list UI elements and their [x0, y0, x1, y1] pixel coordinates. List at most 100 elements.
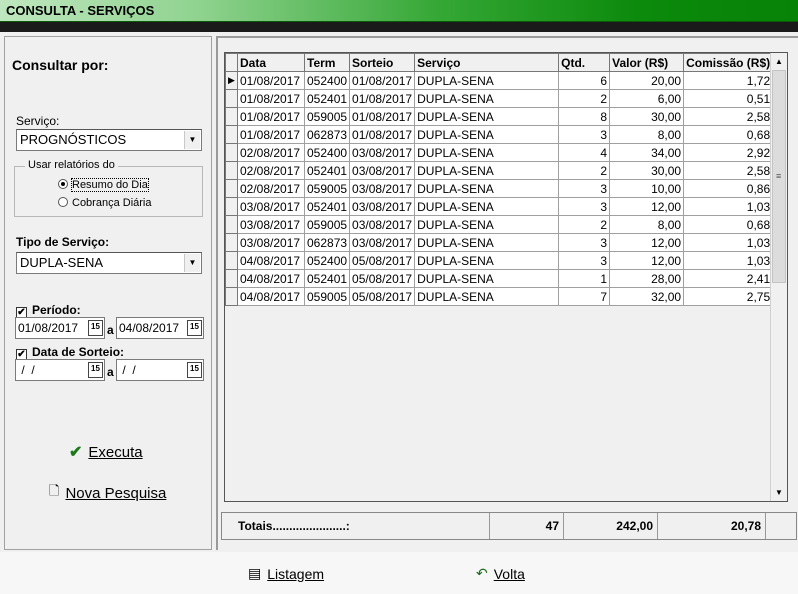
periodo-to-field[interactable]: 04/08/2017 15 [116, 317, 204, 339]
table-row[interactable]: 03/08/2017 059005 03/08/2017 DUPLA-SENA 2 8,0… [225, 215, 774, 234]
table-row[interactable]: 01/08/2017 052401 01/08/2017 DUPLA-SENA 2 6,0… [225, 89, 774, 108]
column-header-servico[interactable]: Serviço [414, 53, 560, 72]
cell-term: 059005 [303, 215, 351, 234]
results-grid[interactable]: Data Term Sorteio Serviço Qtd. Valor (R$… [224, 52, 788, 502]
cell-comissao: 0,68 [683, 215, 774, 234]
periodo-from-value: 01/08/2017 [18, 321, 79, 335]
row-indicator-cell[interactable] [225, 143, 238, 162]
column-header-data[interactable]: Data [237, 53, 305, 72]
table-header-row: Data Term Sorteio Serviço Qtd. Valor (R$… [225, 53, 774, 72]
nova-pesquisa-button[interactable]: 🗋 Nova Pesquisa [49, 482, 166, 504]
column-header-valor[interactable]: Valor (R$) [609, 53, 685, 72]
row-indicator-cell[interactable] [225, 179, 238, 198]
data-sorteio-checkbox[interactable]: ✔ Data de Sorteio: [16, 345, 124, 360]
data-sorteio-label: Data de Sorteio: [32, 345, 125, 359]
table-icon: ▤ [248, 565, 262, 581]
table-row[interactable]: 02/08/2017 059005 03/08/2017 DUPLA-SENA 3 10,… [225, 179, 774, 198]
cell-servico: DUPLA-SENA [414, 89, 560, 108]
row-indicator-cell[interactable] [225, 161, 238, 180]
cell-comissao: 1,03 [683, 197, 774, 216]
cell-servico: DUPLA-SENA [414, 107, 560, 126]
totals-valor: 242,00 [564, 513, 658, 539]
cell-sorteio: 01/08/2017 [349, 71, 416, 90]
cell-qtd: 1 [558, 269, 611, 288]
cell-sorteio: 01/08/2017 [349, 107, 416, 126]
totals-comissao: 20,78 [658, 513, 766, 539]
periodo-to-value: 04/08/2017 [119, 321, 180, 335]
chevron-down-icon[interactable]: ▼ [184, 254, 200, 272]
cell-data: 03/08/2017 [237, 197, 305, 216]
scroll-thumb[interactable]: ≡ [772, 70, 786, 283]
periodo-label: Período: [32, 303, 81, 317]
cell-data: 04/08/2017 [237, 269, 305, 288]
sorteio-from-field[interactable]: / / 15 [15, 359, 105, 381]
cell-comissao: 2,92 [683, 143, 774, 162]
cell-data: 03/08/2017 [237, 233, 305, 252]
row-indicator-cell[interactable] [225, 287, 238, 306]
table-row[interactable]: 03/08/2017 052401 03/08/2017 DUPLA-SENA 3 12,… [225, 197, 774, 216]
cell-comissao: 2,58 [683, 161, 774, 180]
cell-data: 01/08/2017 [237, 71, 305, 90]
table-row[interactable]: 04/08/2017 052401 05/08/2017 DUPLA-SENA 1 28,… [225, 269, 774, 288]
row-indicator-cell[interactable] [225, 233, 238, 252]
executa-button[interactable]: ✔ Executa [69, 442, 143, 462]
column-header-sorteio[interactable]: Sorteio [349, 53, 416, 72]
cell-data: 04/08/2017 [237, 287, 305, 306]
row-indicator-cell[interactable] [225, 197, 238, 216]
table-row[interactable]: 04/08/2017 052400 05/08/2017 DUPLA-SENA 3 12,… [225, 251, 774, 270]
servico-select[interactable]: PROGNÓSTICOS ▼ [16, 129, 202, 151]
column-header-term[interactable]: Term [303, 53, 351, 72]
row-indicator-cell[interactable] [225, 89, 238, 108]
radio-cobranca-diaria[interactable]: Cobrança Diária [58, 197, 151, 209]
cell-valor: 8,00 [609, 215, 685, 234]
page-icon: 🗋 [49, 483, 60, 498]
scroll-up-icon[interactable]: ▲ [771, 53, 787, 70]
sorteio-to-field[interactable]: / / 15 [116, 359, 204, 381]
cell-qtd: 2 [558, 89, 611, 108]
radio-resumo-do-dia[interactable]: Resumo do Dia [58, 178, 149, 192]
cell-term: 059005 [303, 107, 351, 126]
calendar-icon[interactable]: 15 [187, 320, 202, 336]
column-header-comissao[interactable]: Comissão (R$) [683, 53, 774, 72]
tipo-servico-select[interactable]: DUPLA-SENA ▼ [16, 252, 202, 274]
vertical-scrollbar[interactable]: ▲ ≡ ▼ [770, 53, 787, 501]
cell-servico: DUPLA-SENA [414, 161, 560, 180]
periodo-checkbox[interactable]: ✔ Período: [16, 303, 81, 318]
table-row[interactable]: 02/08/2017 052400 03/08/2017 DUPLA-SENA 4 34,… [225, 143, 774, 162]
table-row[interactable]: 01/08/2017 062873 01/08/2017 DUPLA-SENA 3 8,0… [225, 125, 774, 144]
nova-pesquisa-label: Nova Pesquisa [65, 484, 167, 502]
calendar-icon[interactable]: 15 [88, 362, 103, 378]
cell-valor: 20,00 [609, 71, 685, 90]
search-panel: Consultar por: Serviço: PROGNÓSTICOS ▼ U… [4, 36, 212, 550]
row-indicator-cell[interactable] [225, 125, 238, 144]
listagem-button[interactable]: ▤ Listagem [248, 565, 324, 582]
row-indicator-cell[interactable] [225, 215, 238, 234]
table-row[interactable]: 02/08/2017 052401 03/08/2017 DUPLA-SENA 2 30,… [225, 161, 774, 180]
table-row[interactable]: ▶ 01/08/2017 052400 01/08/2017 DUPLA-SENA 6 20… [225, 71, 774, 90]
title-divider [0, 22, 798, 32]
cell-term: 062873 [303, 233, 351, 252]
cell-term: 052400 [303, 143, 351, 162]
periodo-from-field[interactable]: 01/08/2017 15 [15, 317, 105, 339]
cell-data: 01/08/2017 [237, 89, 305, 108]
table-row[interactable]: 04/08/2017 059005 05/08/2017 DUPLA-SENA 7 32,… [225, 287, 774, 306]
cell-qtd: 3 [558, 179, 611, 198]
row-pointer-icon[interactable]: ▶ [225, 71, 238, 90]
cell-qtd: 3 [558, 251, 611, 270]
radio-unchecked-icon [58, 197, 68, 207]
cell-sorteio: 03/08/2017 [349, 143, 416, 162]
cell-valor: 10,00 [609, 179, 685, 198]
volta-button[interactable]: ↶ Volta [476, 565, 525, 582]
cell-comissao: 0,51 [683, 89, 774, 108]
chevron-down-icon[interactable]: ▼ [184, 131, 200, 149]
table-row[interactable]: 03/08/2017 062873 03/08/2017 DUPLA-SENA 3 12,… [225, 233, 774, 252]
tipo-servico-label: Tipo de Serviço: [16, 235, 110, 249]
calendar-icon[interactable]: 15 [187, 362, 202, 378]
column-header-qtd[interactable]: Qtd. [558, 53, 611, 72]
row-indicator-cell[interactable] [225, 269, 238, 288]
calendar-icon[interactable]: 15 [88, 320, 103, 336]
scroll-down-icon[interactable]: ▼ [771, 484, 787, 501]
row-indicator-cell[interactable] [225, 107, 238, 126]
table-row[interactable]: 01/08/2017 059005 01/08/2017 DUPLA-SENA 8 30,… [225, 107, 774, 126]
row-indicator-cell[interactable] [225, 251, 238, 270]
